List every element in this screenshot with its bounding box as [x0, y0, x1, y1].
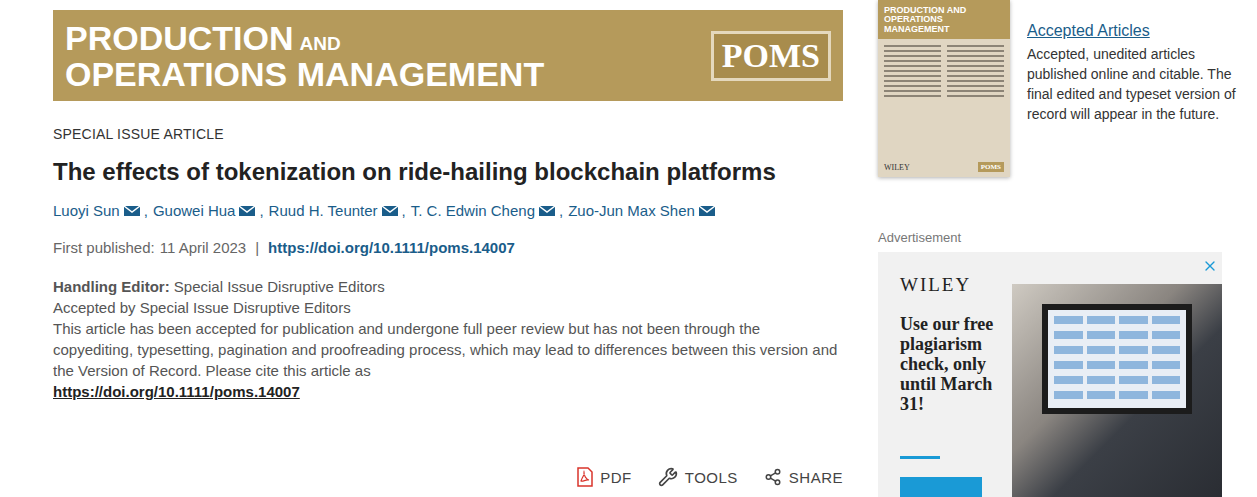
pdf-button[interactable]: PDF [577, 467, 632, 487]
email-icon[interactable] [123, 205, 141, 217]
author-list: Luoyi Sun,Guowei Hua,Ruud H. Teunter,T. … [53, 202, 843, 219]
tools-button[interactable]: TOOLS [658, 467, 738, 487]
email-icon[interactable] [381, 205, 399, 217]
journal-logo: POMS [711, 31, 831, 81]
ad-brand: WILEY [900, 274, 1012, 296]
sidebar: PRODUCTION ANDOPERATIONSMANAGEMENTWILEYP… [878, 0, 1257, 497]
email-icon[interactable] [538, 205, 556, 217]
pdf-icon [577, 467, 593, 487]
article-type: SPECIAL ISSUE ARTICLE [53, 126, 843, 142]
accepted-articles-description: Accepted, unedited articles published on… [1027, 44, 1247, 124]
journal-banner[interactable]: PRODUCTIONANDOPERATIONS MANAGEMENT POMS [53, 10, 843, 101]
editor-note: Handling Editor: Special Issue Disruptiv… [53, 276, 843, 402]
article-toolbar: PDF TOOLS SHARE [53, 467, 843, 487]
journal-title: PRODUCTIONANDOPERATIONS MANAGEMENT [65, 21, 544, 91]
close-button[interactable] [1202, 258, 1218, 274]
cite-link[interactable]: https://doi.org/10.1111/poms.14007 [53, 383, 300, 400]
close-icon [1202, 258, 1218, 274]
email-icon[interactable] [698, 205, 716, 217]
ad-headline: Use our free plagiarism check, only unti… [900, 314, 1012, 414]
advertisement[interactable]: WILEY Use our free plagiarism check, only… [878, 252, 1222, 497]
share-icon [764, 468, 782, 486]
author-link[interactable]: Zuo-Jun Max Shen [568, 202, 716, 219]
accepted-articles-link[interactable]: Accepted Articles [1027, 22, 1247, 40]
advertisement-label: Advertisement [878, 230, 1257, 245]
email-icon[interactable] [238, 205, 256, 217]
page: PRODUCTIONANDOPERATIONS MANAGEMENT POMS SP… [0, 0, 1257, 497]
author-link[interactable]: Ruud H. Teunter, [269, 202, 411, 219]
author-link[interactable]: T. C. Edwin Cheng, [411, 202, 568, 219]
article-title: The effects of tokenization on ride-hail… [53, 158, 843, 186]
ad-button[interactable] [900, 477, 982, 497]
share-button[interactable]: SHARE [764, 467, 843, 487]
wrench-icon [658, 467, 678, 487]
publication-info: First published:11 April 2023|https://do… [53, 239, 843, 256]
article-column: PRODUCTIONANDOPERATIONS MANAGEMENT POMS SP… [53, 0, 843, 497]
journal-cover[interactable]: PRODUCTION ANDOPERATIONSMANAGEMENTWILEYP… [878, 0, 1010, 177]
author-link[interactable]: Guowei Hua, [153, 202, 269, 219]
ad-image [1012, 284, 1222, 497]
author-link[interactable]: Luoyi Sun, [53, 202, 153, 219]
doi-link[interactable]: https://doi.org/10.1111/poms.14007 [268, 239, 515, 256]
